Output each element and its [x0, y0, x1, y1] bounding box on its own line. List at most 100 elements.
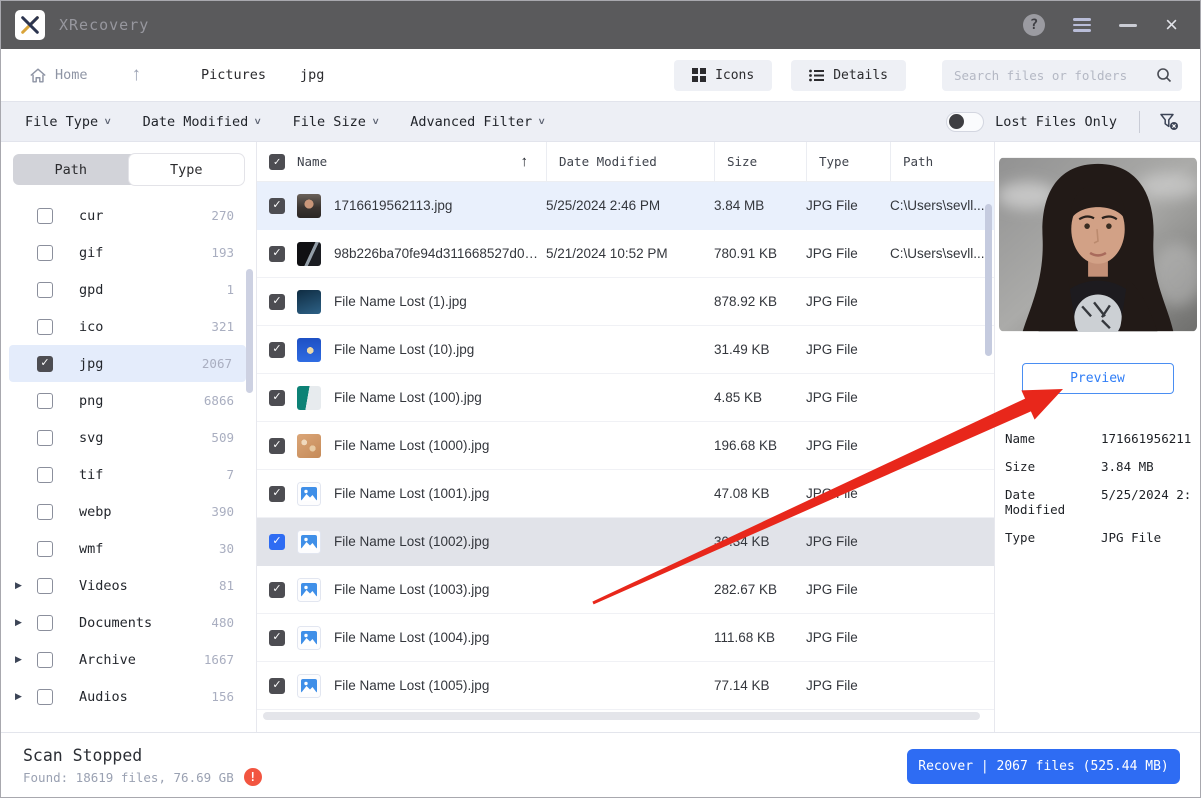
sidebar-item-gpd[interactable]: gpd1	[1, 271, 256, 308]
table-row[interactable]: ✓File Name Lost (1000).jpg196.68 KBJPG F…	[257, 422, 994, 470]
sidebar-item-tif[interactable]: tif7	[1, 456, 256, 493]
table-header: ✓ Name ↑ Date Modified Size Type Path	[257, 142, 994, 182]
sidebar-checkbox[interactable]	[37, 467, 53, 483]
table-row[interactable]: ✓File Name Lost (1002).jpg30.34 KBJPG Fi…	[257, 518, 994, 566]
filter-dropdown-file-size[interactable]: File Size∨	[293, 114, 379, 130]
sidebar-item-audios[interactable]: ▶Audios156	[1, 678, 256, 715]
sidebar-checkbox[interactable]	[37, 652, 53, 668]
sidebar-item-png[interactable]: png6866	[1, 382, 256, 419]
table-row[interactable]: ✓File Name Lost (10).jpg31.49 KBJPG File	[257, 326, 994, 374]
column-header-size[interactable]: Size	[714, 142, 806, 181]
row-checkbox[interactable]: ✓	[269, 294, 285, 310]
sidebar-item-cur[interactable]: cur270	[1, 197, 256, 234]
sidebar-checkbox[interactable]	[37, 282, 53, 298]
table-horizontal-scrollbar[interactable]	[263, 712, 980, 720]
sidebar-checkbox[interactable]: ✓	[37, 356, 53, 372]
filter-dropdown-date-modified[interactable]: Date Modified∨	[143, 114, 261, 130]
sidebar-item-svg[interactable]: svg509	[1, 419, 256, 456]
filter-dropdown-file-type[interactable]: File Type∨	[25, 114, 111, 130]
file-name: File Name Lost (1).jpg	[334, 294, 546, 309]
row-checkbox[interactable]: ✓	[269, 582, 285, 598]
row-checkbox[interactable]: ✓	[269, 678, 285, 694]
table-vertical-scrollbar[interactable]	[985, 204, 992, 356]
row-checkbox[interactable]: ✓	[269, 438, 285, 454]
sidebar-checkbox[interactable]	[37, 393, 53, 409]
sidebar-item-ico[interactable]: ico321	[1, 308, 256, 345]
list-icon	[809, 69, 824, 82]
help-icon[interactable]: ?	[1023, 14, 1045, 36]
sidebar-checkbox[interactable]	[37, 615, 53, 631]
minimize-icon[interactable]	[1119, 24, 1137, 27]
sidebar-item-webp[interactable]: webp390	[1, 493, 256, 530]
details-view-button[interactable]: Details	[791, 60, 906, 91]
row-checkbox[interactable]: ✓	[269, 198, 285, 214]
table-row[interactable]: ✓File Name Lost (1004).jpg111.68 KBJPG F…	[257, 614, 994, 662]
sort-ascending-icon[interactable]: ↑	[521, 153, 529, 170]
expand-caret-icon[interactable]: ▶	[15, 654, 37, 665]
detail-label: Type	[1005, 530, 1101, 545]
select-all-checkbox[interactable]: ✓	[269, 154, 285, 170]
sidebar-checkbox[interactable]	[37, 430, 53, 446]
sidebar-scrollbar[interactable]	[246, 269, 253, 393]
expand-caret-icon[interactable]: ▶	[15, 617, 37, 628]
file-name: File Name Lost (1003).jpg	[334, 582, 546, 597]
breadcrumb-jpg[interactable]: jpg	[300, 67, 324, 83]
column-header-type[interactable]: Type	[806, 142, 890, 181]
column-header-path[interactable]: Path	[890, 142, 994, 181]
column-header-name[interactable]: Name ↑	[297, 142, 546, 181]
row-checkbox[interactable]: ✓	[269, 630, 285, 646]
table-row[interactable]: ✓File Name Lost (1).jpg878.92 KBJPG File	[257, 278, 994, 326]
sidebar-item-gif[interactable]: gif193	[1, 234, 256, 271]
icons-view-button[interactable]: Icons	[674, 60, 772, 91]
search-box[interactable]	[942, 60, 1182, 91]
recover-button[interactable]: Recover | 2067 files (525.44 MB)	[907, 749, 1180, 784]
sidebar-checkbox[interactable]	[37, 578, 53, 594]
row-checkbox[interactable]: ✓	[269, 390, 285, 406]
up-level-icon[interactable]: ↑	[132, 64, 142, 86]
app-title: XRecovery	[59, 16, 149, 34]
table-row[interactable]: ✓File Name Lost (1003).jpg282.67 KBJPG F…	[257, 566, 994, 614]
table-row[interactable]: ✓File Name Lost (100).jpg4.85 KBJPG File	[257, 374, 994, 422]
table-row[interactable]: ✓File Name Lost (1005).jpg77.14 KBJPG Fi…	[257, 662, 994, 710]
row-checkbox[interactable]: ✓	[269, 486, 285, 502]
home-button[interactable]: Home	[29, 67, 88, 84]
sidebar-checkbox[interactable]	[37, 245, 53, 261]
table-row[interactable]: ✓1716619562113.jpg5/25/2024 2:46 PM3.84 …	[257, 182, 994, 230]
table-row[interactable]: ✓98b226ba70fe94d311668527d01...5/21/2024…	[257, 230, 994, 278]
column-header-date-modified[interactable]: Date Modified	[546, 142, 714, 181]
search-input[interactable]	[954, 68, 1156, 83]
breadcrumb-pictures[interactable]: Pictures	[201, 67, 266, 83]
row-checkbox[interactable]: ✓	[269, 246, 285, 262]
tab-type[interactable]: Type	[129, 154, 245, 185]
file-type: JPG File	[806, 534, 890, 549]
menu-icon[interactable]	[1073, 18, 1091, 32]
expand-caret-icon[interactable]: ▶	[15, 580, 37, 591]
sidebar-item-count: 509	[211, 430, 234, 445]
tab-path[interactable]: Path	[13, 154, 129, 185]
table-row[interactable]: ✓File Name Lost (1001).jpg47.08 KBJPG Fi…	[257, 470, 994, 518]
expand-caret-icon[interactable]: ▶	[15, 691, 37, 702]
warning-icon[interactable]: !	[244, 768, 262, 786]
sidebar-checkbox[interactable]	[37, 689, 53, 705]
file-size: 780.91 KB	[714, 246, 806, 261]
file-name: File Name Lost (1002).jpg	[334, 534, 546, 549]
divider	[1139, 111, 1140, 133]
sidebar-item-videos[interactable]: ▶Videos81	[1, 567, 256, 604]
file-thumbnail	[297, 194, 321, 218]
sidebar-item-jpg[interactable]: ✓jpg2067	[9, 345, 246, 382]
row-checkbox[interactable]: ✓	[269, 342, 285, 358]
lost-files-only-toggle[interactable]	[946, 112, 984, 132]
sidebar-checkbox[interactable]	[37, 504, 53, 520]
sidebar-item-documents[interactable]: ▶Documents480	[1, 604, 256, 641]
sidebar-item-wmf[interactable]: wmf30	[1, 530, 256, 567]
sidebar-checkbox[interactable]	[37, 208, 53, 224]
sidebar-checkbox[interactable]	[37, 541, 53, 557]
sidebar-checkbox[interactable]	[37, 319, 53, 335]
clear-filter-icon[interactable]	[1158, 112, 1180, 132]
preview-button[interactable]: Preview	[1022, 363, 1174, 394]
close-icon[interactable]: ×	[1165, 14, 1178, 36]
row-checkbox[interactable]: ✓	[269, 534, 285, 550]
home-label: Home	[55, 67, 88, 83]
filter-dropdown-advanced-filter[interactable]: Advanced Filter∨	[410, 114, 544, 130]
sidebar-item-archive[interactable]: ▶Archive1667	[1, 641, 256, 678]
